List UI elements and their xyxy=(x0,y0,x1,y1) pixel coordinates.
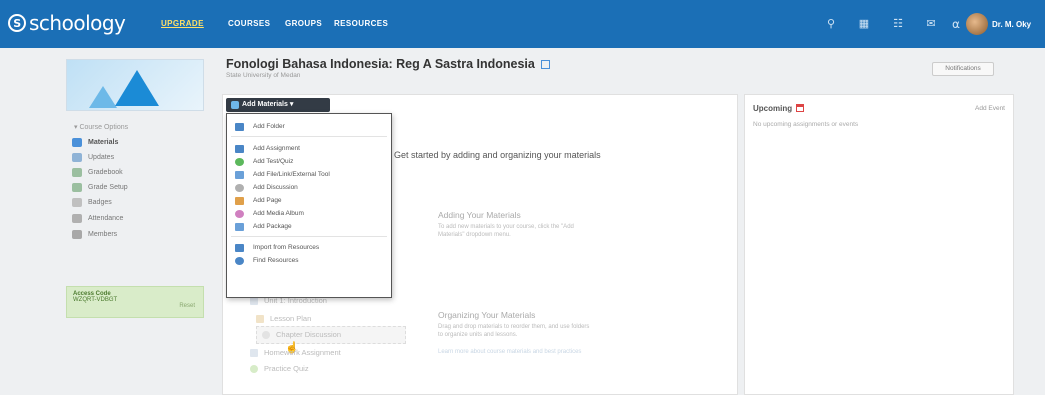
faded-item-quiz: Practice Quiz xyxy=(250,364,309,373)
page-icon xyxy=(235,196,244,205)
faded-item-homework: Homework Assignment xyxy=(250,348,341,357)
add-materials-button[interactable]: Add Materials ▾ xyxy=(226,98,330,112)
adding-heading: Adding Your Materials xyxy=(438,210,521,220)
add-materials-menu: Add Folder Add Assignment Add Test/Quiz … xyxy=(226,113,392,298)
apps-grid-icon[interactable]: ▦ xyxy=(857,17,871,31)
menu-item-add-folder[interactable]: Add Folder xyxy=(227,121,391,132)
top-navigation-bar: S schoology UPGRADE COURSES GROUPS RESOU… xyxy=(0,0,1045,48)
sidebar-item-badges[interactable]: Badges xyxy=(66,196,204,209)
attendance-icon xyxy=(72,214,82,223)
course-options-link[interactable]: ▾ Course Options xyxy=(74,123,128,131)
sidebar-item-updates[interactable]: Updates xyxy=(66,151,204,164)
schoology-logo[interactable]: S schoology xyxy=(8,11,126,35)
find-resources-icon xyxy=(235,256,244,265)
organizing-text-1: Drag and drop materials to reorder them,… xyxy=(438,324,590,330)
edit-icon[interactable] xyxy=(541,60,551,69)
quiz-icon xyxy=(250,364,258,373)
course-subtitle[interactable]: State University of Medan xyxy=(226,72,300,79)
assignment-icon xyxy=(235,144,244,153)
organizing-heading: Organizing Your Materials xyxy=(438,310,536,320)
file-link-icon xyxy=(235,170,244,179)
no-upcoming-text: No upcoming assignments or events xyxy=(753,121,859,128)
messages-icon[interactable]: ✉ xyxy=(924,17,938,31)
access-code-box: Access Code WZQRT-VDBGT Reset xyxy=(66,286,204,318)
import-icon xyxy=(235,243,244,252)
course-profile-image[interactable] xyxy=(66,59,204,111)
sidebar-item-members[interactable]: Members xyxy=(66,228,204,241)
folder-icon xyxy=(235,122,244,131)
logo-text: schoology xyxy=(29,11,126,35)
upcoming-panel: Upcoming Add Event No upcoming assignmen… xyxy=(744,94,1014,395)
sidebar-item-materials[interactable]: Materials xyxy=(66,136,204,149)
menu-item-add-discussion[interactable]: Add Discussion xyxy=(227,182,391,193)
assignment-icon xyxy=(250,348,258,357)
nav-upgrade[interactable]: UPGRADE xyxy=(161,19,204,28)
faded-item-lesson: Lesson Plan xyxy=(256,314,311,323)
get-started-text: Get started by adding and organizing you… xyxy=(394,150,601,160)
learn-more-link[interactable]: Learn more about course materials and be… xyxy=(438,348,581,356)
menu-item-find-resources[interactable]: Find Resources xyxy=(227,255,391,266)
faded-item-discussion: Chapter Discussion xyxy=(262,330,341,339)
discussion-icon xyxy=(235,183,244,192)
updates-icon xyxy=(72,153,82,162)
notifications-button[interactable]: Notifications xyxy=(932,62,994,76)
quiz-icon xyxy=(235,157,244,166)
nav-resources[interactable]: RESOURCES xyxy=(334,19,388,28)
sidebar-item-gradebook[interactable]: Gradebook xyxy=(66,166,204,179)
calendar-icon[interactable] xyxy=(796,104,805,112)
badges-icon xyxy=(72,198,82,207)
notifications-icon[interactable]: ⍺ xyxy=(949,17,963,31)
menu-item-add-file-link[interactable]: Add File/Link/External Tool xyxy=(227,169,391,180)
logo-mark: S xyxy=(8,14,26,32)
organizing-text-2: to organize units and lessons. xyxy=(438,332,518,338)
avatar[interactable] xyxy=(966,13,988,35)
media-album-icon xyxy=(235,209,244,218)
package-icon xyxy=(235,222,244,231)
members-icon xyxy=(72,230,82,239)
materials-icon xyxy=(72,138,82,147)
nav-groups[interactable]: GROUPS xyxy=(285,19,322,28)
calendar-icon[interactable]: ☷ xyxy=(891,17,905,31)
page-title: Fonologi Bahasa Indonesia: Reg A Sastra … xyxy=(226,57,551,71)
sidebar-item-grade-setup[interactable]: Grade Setup xyxy=(66,181,204,194)
upcoming-title: Upcoming xyxy=(753,104,805,113)
menu-item-add-assignment[interactable]: Add Assignment xyxy=(227,143,391,154)
menu-item-import-resources[interactable]: Import from Resources xyxy=(227,242,391,253)
page-icon xyxy=(256,314,264,323)
gradebook-icon xyxy=(72,168,82,177)
nav-courses[interactable]: COURSES xyxy=(228,19,270,28)
access-code-reset[interactable]: Reset xyxy=(179,303,195,309)
grade-setup-icon xyxy=(72,183,82,192)
search-icon[interactable]: ⚲ xyxy=(824,17,838,31)
menu-item-add-test-quiz[interactable]: Add Test/Quiz xyxy=(227,156,391,167)
discussion-icon xyxy=(262,330,270,339)
add-event-link[interactable]: Add Event xyxy=(975,105,1005,112)
adding-text-1: To add new materials to your course, cli… xyxy=(438,224,574,230)
sidebar-item-attendance[interactable]: Attendance xyxy=(66,212,204,225)
menu-item-add-page[interactable]: Add Page xyxy=(227,195,391,206)
menu-item-add-media-album[interactable]: Add Media Album xyxy=(227,208,391,219)
adding-text-2: Materials" dropdown menu. xyxy=(438,232,511,238)
menu-item-add-package[interactable]: Add Package xyxy=(227,221,391,232)
user-name[interactable]: Dr. M. Oky xyxy=(992,20,1031,29)
